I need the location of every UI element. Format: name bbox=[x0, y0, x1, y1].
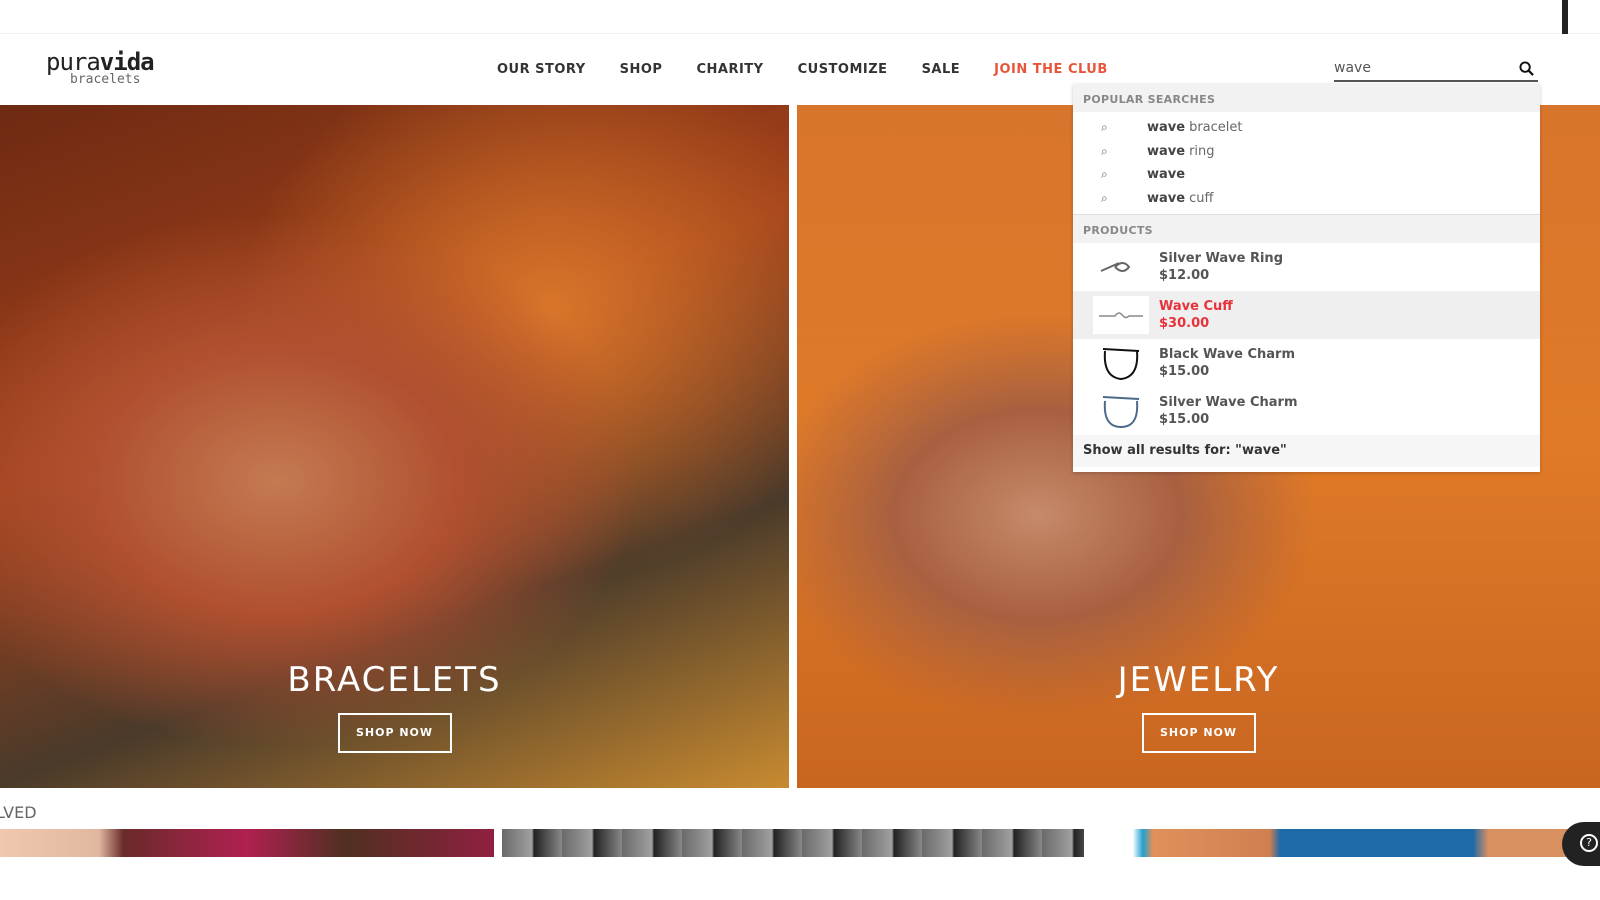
hero-title: JEWELRY bbox=[1117, 660, 1280, 700]
product-name: Silver Wave Charm bbox=[1159, 395, 1298, 410]
carousel-image[interactable] bbox=[502, 829, 1084, 857]
suggestion-match: wave bbox=[1147, 120, 1186, 136]
section-heading-partial: LVED bbox=[0, 803, 37, 822]
product-price: $15.00 bbox=[1159, 412, 1210, 427]
suggestion-match: wave bbox=[1147, 167, 1186, 183]
product-item-highlighted[interactable]: Wave Cuff $30.00 bbox=[1073, 291, 1540, 339]
edge-marker bbox=[1562, 0, 1568, 34]
nav-sale[interactable]: SALE bbox=[922, 62, 961, 77]
product-name: Black Wave Charm bbox=[1159, 347, 1296, 362]
suggestion-rest: bracelet bbox=[1189, 120, 1243, 136]
suggestion-match: wave bbox=[1147, 190, 1186, 206]
product-thumbnail bbox=[1093, 296, 1149, 334]
popular-searches-heading: POPULAR SEARCHES bbox=[1073, 84, 1540, 112]
product-name: Wave Cuff bbox=[1159, 299, 1233, 314]
suggestion-rest: cuff bbox=[1189, 190, 1214, 206]
shop-now-button[interactable]: SHOP NOW bbox=[337, 713, 452, 753]
product-name: Silver Wave Ring bbox=[1159, 251, 1283, 266]
hero-bracelets[interactable]: BRACELETS SHOP NOW bbox=[0, 105, 789, 788]
hero-title: BRACELETS bbox=[287, 660, 502, 700]
nav-shop[interactable]: SHOP bbox=[620, 62, 663, 77]
popular-search-item[interactable]: ⌕ wave bracelet bbox=[1073, 116, 1540, 140]
search-icon[interactable] bbox=[1519, 61, 1534, 76]
popular-search-item[interactable]: ⌕ wave cuff bbox=[1073, 187, 1540, 211]
popular-search-item[interactable]: ⌕ wave bbox=[1073, 163, 1540, 187]
nav-join-the-club[interactable]: JOIN THE CLUB bbox=[994, 62, 1108, 77]
product-price: $30.00 bbox=[1159, 316, 1210, 331]
magnifier-icon: ⌕ bbox=[1101, 190, 1108, 205]
nav-customize[interactable]: CUSTOMIZE bbox=[798, 62, 888, 77]
carousel-image[interactable] bbox=[0, 829, 494, 857]
product-thumbnail bbox=[1093, 392, 1149, 430]
magnifier-icon: ⌕ bbox=[1101, 167, 1108, 182]
search-box bbox=[1334, 56, 1538, 82]
products-heading: PRODUCTS bbox=[1073, 215, 1540, 243]
magnifier-icon: ⌕ bbox=[1101, 143, 1108, 158]
shop-now-button[interactable]: SHOP NOW bbox=[1141, 713, 1256, 753]
magnifier-icon: ⌕ bbox=[1101, 120, 1108, 135]
search-suggestions-dropdown: POPULAR SEARCHES ⌕ wave bracelet ⌕ wave ring… bbox=[1073, 84, 1540, 472]
product-thumbnail bbox=[1093, 344, 1149, 382]
carousel-image[interactable] bbox=[1092, 829, 1600, 857]
logo[interactable]: puravida bracelets bbox=[46, 50, 155, 86]
main-nav: OUR STORY SHOP CHARITY CUSTOMIZE SALE JO… bbox=[497, 62, 1108, 77]
show-all-results-link[interactable]: Show all results for: "wave" bbox=[1073, 435, 1540, 467]
product-price: $12.00 bbox=[1159, 268, 1210, 283]
help-icon: ? bbox=[1580, 834, 1598, 852]
browser-top-bar bbox=[0, 0, 1600, 34]
search-input[interactable] bbox=[1334, 56, 1504, 76]
popular-search-item[interactable]: ⌕ wave ring bbox=[1073, 140, 1540, 164]
nav-our-story[interactable]: OUR STORY bbox=[497, 62, 586, 77]
product-item[interactable]: Silver Wave Ring $12.00 bbox=[1073, 243, 1540, 291]
suggestion-rest: ring bbox=[1189, 143, 1215, 159]
product-item[interactable]: Black Wave Charm $15.00 bbox=[1073, 339, 1540, 387]
product-thumbnail bbox=[1093, 248, 1149, 286]
product-price: $15.00 bbox=[1159, 364, 1210, 379]
product-item[interactable]: Silver Wave Charm $15.00 bbox=[1073, 387, 1540, 435]
suggestion-match: wave bbox=[1147, 143, 1186, 159]
help-button[interactable]: ? bbox=[1562, 822, 1600, 866]
nav-charity[interactable]: CHARITY bbox=[696, 62, 763, 77]
